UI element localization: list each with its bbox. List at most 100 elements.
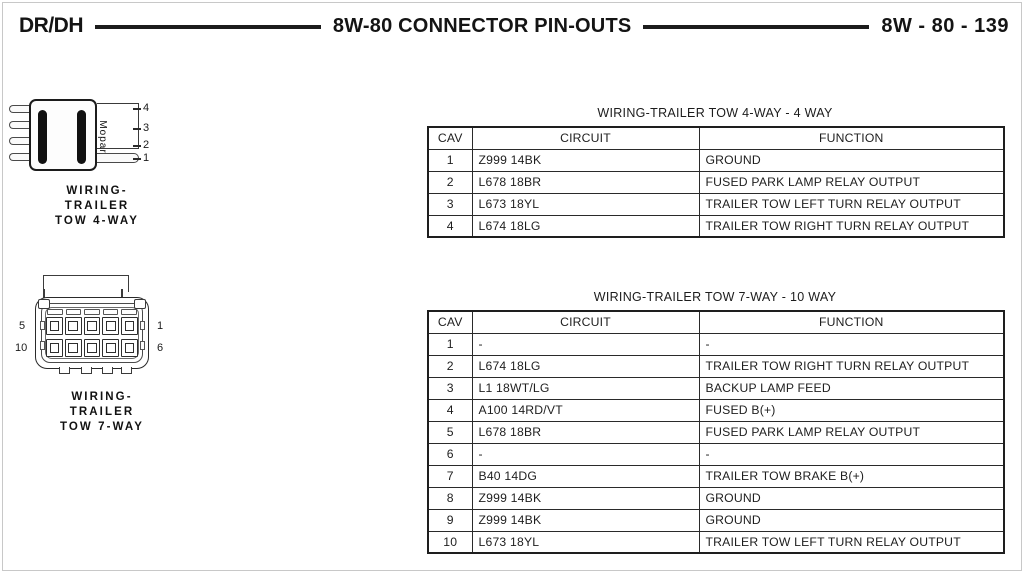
wire-lead — [9, 105, 30, 113]
page-header: DR/DH 8W-80 CONNECTOR PIN-OUTS 8W - 80 -… — [3, 9, 1023, 43]
pin-tick — [133, 158, 141, 160]
cell-function: GROUND — [698, 148, 1005, 172]
table-row: 2 L678 18BR FUSED PARK LAMP RELAY OUTPUT — [427, 170, 1005, 194]
table-row: 3 L673 18YL TRAILER TOW LEFT TURN RELAY … — [427, 192, 1005, 216]
cell-circuit: Z999 14BK — [471, 148, 700, 172]
pin-number-4: 4 — [143, 102, 150, 114]
page-reference-code: 8W - 80 - 139 — [881, 14, 1009, 37]
cell-cav: 4 — [427, 214, 473, 238]
connector-cavity-grid — [46, 317, 138, 361]
connector-drawing-4-way: Mopar 4 3 2 1 — [7, 95, 187, 177]
cell-cav: 10 — [427, 530, 473, 554]
cell-function: GROUND — [698, 508, 1005, 532]
connector-slot — [38, 110, 47, 164]
pinout-table-block-7-way: WIRING-TRAILER TOW 7-WAY - 10 WAY CAV CI… — [427, 290, 1005, 554]
caption-line: WIRING- — [66, 185, 128, 197]
page-sheet: DR/DH 8W-80 CONNECTOR PIN-OUTS 8W - 80 -… — [2, 2, 1022, 571]
side-keyway — [40, 341, 45, 350]
wire-lead — [9, 153, 30, 161]
cell-cav: 6 — [427, 442, 473, 466]
header-model-label: DR/DH — [19, 14, 84, 37]
cell-cav: 5 — [427, 420, 473, 444]
table-row: 2 L674 18LG TRAILER TOW RIGHT TURN RELAY… — [427, 354, 1005, 378]
cell-circuit: L678 18BR — [471, 170, 700, 194]
pinout-table: CAV CIRCUIT FUNCTION 1 Z999 14BK GROUND … — [427, 126, 1005, 238]
cavity — [64, 317, 82, 335]
caption-line: TOW 4-WAY — [54, 215, 140, 227]
column-header-circuit: CIRCUIT — [471, 126, 700, 150]
cavity-row-top — [46, 317, 138, 335]
pin-number-10: 10 — [15, 342, 28, 354]
cell-circuit: Z999 14BK — [471, 508, 700, 532]
column-header-function: FUNCTION — [698, 310, 1005, 334]
column-header-cav: CAV — [427, 310, 473, 334]
figure-caption-4-way: WIRING- TRAILER TOW 4-WAY — [7, 184, 187, 229]
brand-text: Mopar — [97, 120, 108, 154]
vent-slot — [84, 309, 100, 315]
cell-cav: 3 — [427, 376, 473, 400]
cavity — [121, 317, 138, 335]
table-header-row: CAV CIRCUIT FUNCTION — [427, 310, 1005, 334]
pin-number-1: 1 — [143, 152, 150, 164]
connector-figure-7-way: 5 10 1 6 WIRING- TRAILER TOW 7-WAY — [7, 275, 197, 435]
cell-circuit: A100 14RD/VT — [471, 398, 700, 422]
cell-circuit: L674 18LG — [471, 354, 700, 378]
side-keyway — [40, 321, 45, 330]
cell-function: TRAILER TOW RIGHT TURN RELAY OUTPUT — [698, 354, 1005, 378]
column-header-circuit: CIRCUIT — [471, 310, 700, 334]
cell-function: TRAILER TOW LEFT TURN RELAY OUTPUT — [698, 192, 1005, 216]
vent-slot — [121, 309, 137, 315]
wire-lead — [9, 121, 30, 129]
cavity — [46, 317, 63, 335]
table-row: 6 - - — [427, 442, 1005, 466]
header-rule-right — [643, 25, 870, 29]
table-body: 1 Z999 14BK GROUND 2 L678 18BR FUSED PAR… — [427, 148, 1005, 238]
column-header-cav: CAV — [427, 126, 473, 150]
column-header-function: FUNCTION — [698, 126, 1005, 150]
table-row: 1 - - — [427, 332, 1005, 356]
pin-tick — [133, 108, 141, 110]
table-row: 4 A100 14RD/VT FUSED B(+) — [427, 398, 1005, 422]
connector-slot — [77, 110, 86, 164]
table-body: 1 - - 2 L674 18LG TRAILER TOW RIGHT TURN… — [427, 332, 1005, 554]
cavity-row-bottom — [46, 339, 138, 357]
pin-number-3: 3 — [143, 122, 150, 134]
pinout-table-block-4-way: WIRING-TRAILER TOW 4-WAY - 4 WAY CAV CIR… — [427, 106, 1005, 238]
table-row: 10 L673 18YL TRAILER TOW LEFT TURN RELAY… — [427, 530, 1005, 554]
table-row: 9 Z999 14BK GROUND — [427, 508, 1005, 532]
cell-function: FUSED B(+) — [698, 398, 1005, 422]
vent-slot — [65, 309, 82, 315]
pin-number-5: 5 — [19, 320, 26, 332]
pin-number-1: 1 — [157, 320, 164, 332]
table-row: 5 L678 18BR FUSED PARK LAMP RELAY OUTPUT — [427, 420, 1005, 444]
table-row: 3 L1 18WT/LG BACKUP LAMP FEED — [427, 376, 1005, 400]
pin-tick — [133, 128, 141, 130]
cell-cav: 8 — [427, 486, 473, 510]
side-keyway — [140, 321, 145, 330]
caption-line: TOW 7-WAY — [59, 421, 145, 433]
table-header-row: CAV CIRCUIT FUNCTION — [427, 126, 1005, 150]
cell-circuit: B40 14DG — [471, 464, 700, 488]
cavity — [83, 317, 101, 335]
connector-ear-left — [38, 299, 50, 309]
pin-tick — [133, 145, 141, 147]
table-row: 4 L674 18LG TRAILER TOW RIGHT TURN RELAY… — [427, 214, 1005, 238]
table-row: 1 Z999 14BK GROUND — [427, 148, 1005, 172]
vent-slot — [102, 309, 119, 315]
cell-function: - — [698, 442, 1005, 466]
cell-circuit: L673 18YL — [471, 530, 700, 554]
table-row: 7 B40 14DG TRAILER TOW BRAKE B(+) — [427, 464, 1005, 488]
mounting-tab — [102, 367, 113, 374]
vent-slot — [47, 309, 63, 315]
connector-top-vent-row — [47, 309, 137, 315]
cell-circuit: L673 18YL — [471, 192, 700, 216]
connector-latch-bracket — [43, 275, 129, 292]
cavity — [102, 317, 120, 335]
mounting-tab — [59, 367, 70, 374]
mounting-tab — [81, 367, 92, 374]
cavity — [121, 339, 138, 357]
cell-circuit: L674 18LG — [471, 214, 700, 238]
cavity — [83, 339, 101, 357]
connector-drawing-7-way: 5 10 1 6 — [7, 275, 197, 383]
wire-lead — [9, 137, 30, 145]
